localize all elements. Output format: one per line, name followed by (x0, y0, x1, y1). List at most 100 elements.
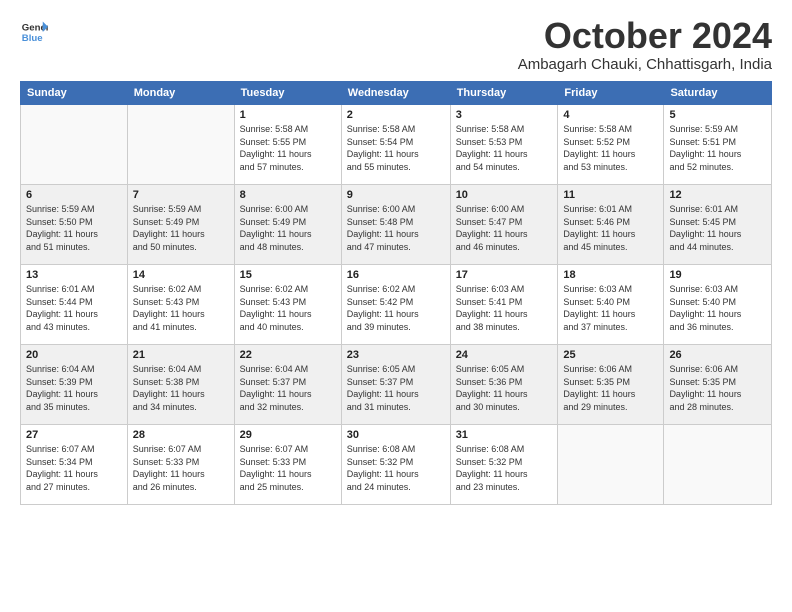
table-row: 24 Sunrise: 6:05 AM Sunset: 5:36 PM Dayli… (450, 345, 558, 425)
table-row: 20Sunrise: 6:04 AM Sunset: 5:39 PM Dayli… (21, 345, 128, 425)
day-info: Sunrise: 5:59 AM Sunset: 5:50 PM Dayligh… (26, 203, 122, 253)
day-number: 29 (240, 429, 336, 441)
day-info: Sunrise: 5:58 AM Sunset: 5:54 PM Dayligh… (347, 123, 445, 173)
table-row: 25 Sunrise: 6:06 AM Sunset: 5:35 PM Dayli… (558, 345, 664, 425)
table-row: 4 Sunrise: 5:58 AM Sunset: 5:52 PM Daylig… (558, 105, 664, 185)
calendar-header-row: Sunday Monday Tuesday Wednesday Thursday… (21, 82, 772, 105)
col-wednesday: Wednesday (341, 82, 450, 105)
month-title: October 2024 (518, 18, 772, 54)
table-row: 31Sunrise: 6:08 AM Sunset: 5:32 PM Dayli… (450, 425, 558, 505)
day-number: 11 (563, 189, 658, 201)
calendar-week-row: 20Sunrise: 6:04 AM Sunset: 5:39 PM Dayli… (21, 345, 772, 425)
day-number: 21 (133, 349, 229, 361)
day-number: 13 (26, 269, 122, 281)
day-number: 1 (240, 109, 336, 121)
table-row: 11 Sunrise: 6:01 AM Sunset: 5:46 PM Dayli… (558, 185, 664, 265)
page: General Blue October 2024 Ambagarh Chauk… (0, 0, 792, 612)
day-info: Sunrise: 6:04 AM Sunset: 5:38 PM Dayligh… (133, 363, 229, 413)
day-number: 4 (563, 109, 658, 121)
day-info: Sunrise: 6:05 AM Sunset: 5:36 PM Dayligh… (456, 363, 553, 413)
day-number: 6 (26, 189, 122, 201)
table-row: 17 Sunrise: 6:03 AM Sunset: 5:41 PM Dayli… (450, 265, 558, 345)
day-number: 19 (669, 269, 766, 281)
table-row: 30Sunrise: 6:08 AM Sunset: 5:32 PM Dayli… (341, 425, 450, 505)
day-number: 26 (669, 349, 766, 361)
day-number: 7 (133, 189, 229, 201)
table-row: 13 Sunrise: 6:01 AM Sunset: 5:44 PM Dayli… (21, 265, 128, 345)
col-monday: Monday (127, 82, 234, 105)
table-row: 6 Sunrise: 5:59 AM Sunset: 5:50 PM Daylig… (21, 185, 128, 265)
table-row: 28 Sunrise: 6:07 AM Sunset: 5:33 PM Dayli… (127, 425, 234, 505)
col-saturday: Saturday (664, 82, 772, 105)
svg-text:Blue: Blue (22, 33, 43, 44)
day-number: 14 (133, 269, 229, 281)
day-number: 12 (669, 189, 766, 201)
day-number: 5 (669, 109, 766, 121)
logo-icon: General Blue (20, 18, 48, 46)
day-info: Sunrise: 6:06 AM Sunset: 5:35 PM Dayligh… (563, 363, 658, 413)
table-row: 18 Sunrise: 6:03 AM Sunset: 5:40 PM Dayli… (558, 265, 664, 345)
day-number: 25 (563, 349, 658, 361)
day-info: Sunrise: 5:58 AM Sunset: 5:53 PM Dayligh… (456, 123, 553, 173)
day-number: 30 (347, 429, 445, 441)
table-row: 16 Sunrise: 6:02 AM Sunset: 5:42 PM Dayli… (341, 265, 450, 345)
day-info: Sunrise: 6:03 AM Sunset: 5:40 PM Dayligh… (563, 283, 658, 333)
table-row: 9 Sunrise: 6:00 AM Sunset: 5:48 PM Daylig… (341, 185, 450, 265)
col-thursday: Thursday (450, 82, 558, 105)
day-info: Sunrise: 6:04 AM Sunset: 5:39 PM Dayligh… (26, 363, 122, 413)
table-row: 27Sunrise: 6:07 AM Sunset: 5:34 PM Dayli… (21, 425, 128, 505)
day-info: Sunrise: 6:00 AM Sunset: 5:49 PM Dayligh… (240, 203, 336, 253)
table-row: 5 Sunrise: 5:59 AM Sunset: 5:51 PM Daylig… (664, 105, 772, 185)
day-info: Sunrise: 6:08 AM Sunset: 5:32 PM Dayligh… (456, 443, 553, 493)
title-area: October 2024 Ambagarh Chauki, Chhattisga… (518, 18, 772, 73)
header: General Blue October 2024 Ambagarh Chauk… (20, 18, 772, 73)
table-row: 15Sunrise: 6:02 AM Sunset: 5:43 PM Dayli… (234, 265, 341, 345)
table-row: 3 Sunrise: 5:58 AM Sunset: 5:53 PM Daylig… (450, 105, 558, 185)
calendar-week-row: 6 Sunrise: 5:59 AM Sunset: 5:50 PM Daylig… (21, 185, 772, 265)
day-info: Sunrise: 6:00 AM Sunset: 5:48 PM Dayligh… (347, 203, 445, 253)
day-info: Sunrise: 6:07 AM Sunset: 5:34 PM Dayligh… (26, 443, 122, 493)
day-number: 22 (240, 349, 336, 361)
day-number: 16 (347, 269, 445, 281)
day-number: 3 (456, 109, 553, 121)
calendar-week-row: 13 Sunrise: 6:01 AM Sunset: 5:44 PM Dayli… (21, 265, 772, 345)
day-info: Sunrise: 5:59 AM Sunset: 5:49 PM Dayligh… (133, 203, 229, 253)
day-info: Sunrise: 6:07 AM Sunset: 5:33 PM Dayligh… (240, 443, 336, 493)
day-info: Sunrise: 6:07 AM Sunset: 5:33 PM Dayligh… (133, 443, 229, 493)
table-row: 12Sunrise: 6:01 AM Sunset: 5:45 PM Dayli… (664, 185, 772, 265)
day-info: Sunrise: 5:58 AM Sunset: 5:52 PM Dayligh… (563, 123, 658, 173)
table-row: 14 Sunrise: 6:02 AM Sunset: 5:43 PM Dayli… (127, 265, 234, 345)
table-row: 22 Sunrise: 6:04 AM Sunset: 5:37 PM Dayli… (234, 345, 341, 425)
day-info: Sunrise: 6:04 AM Sunset: 5:37 PM Dayligh… (240, 363, 336, 413)
day-number: 23 (347, 349, 445, 361)
logo: General Blue (20, 18, 48, 46)
day-info: Sunrise: 6:05 AM Sunset: 5:37 PM Dayligh… (347, 363, 445, 413)
table-row: 26 Sunrise: 6:06 AM Sunset: 5:35 PM Dayli… (664, 345, 772, 425)
day-number: 18 (563, 269, 658, 281)
day-info: Sunrise: 6:01 AM Sunset: 5:46 PM Dayligh… (563, 203, 658, 253)
table-row (21, 105, 128, 185)
day-info: Sunrise: 6:00 AM Sunset: 5:47 PM Dayligh… (456, 203, 553, 253)
table-row: 8Sunrise: 6:00 AM Sunset: 5:49 PM Daylig… (234, 185, 341, 265)
day-number: 24 (456, 349, 553, 361)
table-row: 29 Sunrise: 6:07 AM Sunset: 5:33 PM Dayli… (234, 425, 341, 505)
day-number: 15 (240, 269, 336, 281)
day-number: 2 (347, 109, 445, 121)
location-subtitle: Ambagarh Chauki, Chhattisgarh, India (518, 56, 772, 73)
day-info: Sunrise: 6:03 AM Sunset: 5:41 PM Dayligh… (456, 283, 553, 333)
col-tuesday: Tuesday (234, 82, 341, 105)
calendar-week-row: 27Sunrise: 6:07 AM Sunset: 5:34 PM Dayli… (21, 425, 772, 505)
day-info: Sunrise: 6:01 AM Sunset: 5:44 PM Dayligh… (26, 283, 122, 333)
table-row (127, 105, 234, 185)
table-row: 21 Sunrise: 6:04 AM Sunset: 5:38 PM Dayli… (127, 345, 234, 425)
table-row (664, 425, 772, 505)
day-info: Sunrise: 5:59 AM Sunset: 5:51 PM Dayligh… (669, 123, 766, 173)
day-info: Sunrise: 6:02 AM Sunset: 5:43 PM Dayligh… (133, 283, 229, 333)
day-number: 28 (133, 429, 229, 441)
table-row: 7 Sunrise: 5:59 AM Sunset: 5:49 PM Daylig… (127, 185, 234, 265)
day-number: 9 (347, 189, 445, 201)
day-info: Sunrise: 6:02 AM Sunset: 5:42 PM Dayligh… (347, 283, 445, 333)
day-number: 17 (456, 269, 553, 281)
table-row: 19Sunrise: 6:03 AM Sunset: 5:40 PM Dayli… (664, 265, 772, 345)
day-info: Sunrise: 6:06 AM Sunset: 5:35 PM Dayligh… (669, 363, 766, 413)
